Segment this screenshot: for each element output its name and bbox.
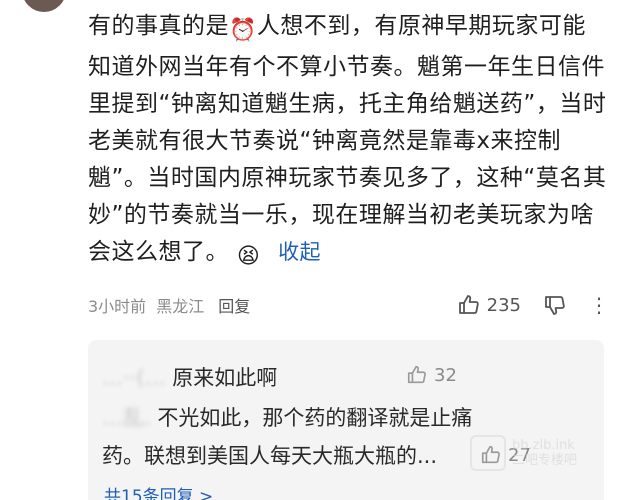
reply-1-text: 原来如此啊 — [172, 366, 278, 390]
like-button[interactable]: 235 — [457, 293, 521, 317]
comment-meta: 3小时前 黑龙江 回复 235 ⋮ — [88, 290, 609, 320]
reply-1-username: …··(… — [102, 366, 166, 390]
more-options-icon[interactable]: ⋮ — [589, 293, 609, 317]
avatar[interactable] — [20, 0, 68, 14]
reply-2-text-1: 不光如此，那个药的翻译就是止痛 — [157, 406, 473, 430]
grimace-emoji-icon: 😫 — [236, 244, 261, 269]
reply-preview-box[interactable]: …··(… 原来如此啊 32 …乱. 不光如此，那个药的翻译就是止痛 药。联想到… — [88, 340, 604, 500]
location: 黑龙江 — [156, 297, 205, 316]
reply-button[interactable]: 回复 — [218, 293, 250, 317]
reply-1-like[interactable]: 32 — [406, 364, 457, 386]
comment-text-part2: 人想不到，有原神早期玩家可能知道外网当年有个不算小节奏。魈第一年生日信件里提到“… — [88, 13, 607, 265]
reply-2-line-2: 药。联想到美国人每天大瓶大瓶的... — [102, 440, 437, 470]
watermark-text: bb.zlb.ink 二吧专楼吧 — [512, 438, 577, 468]
thumbs-down-icon[interactable] — [543, 293, 567, 317]
thumbs-up-icon — [458, 295, 479, 314]
comment-body: 有的事真的是⏰人想不到，有原神早期玩家可能知道外网当年有个不算小节奏。魈第一年生… — [88, 8, 608, 275]
like-count: 235 — [486, 294, 521, 316]
thumbs-up-icon — [407, 365, 426, 384]
reply-1-like-count: 32 — [434, 364, 457, 386]
reply-2-text-2: 药。联想到美国人每天大瓶大瓶的... — [102, 444, 438, 468]
watermark-line-1: bb.zlb.ink — [512, 438, 575, 453]
watermark-logo-icon — [470, 435, 506, 471]
timestamp: 3小时前 — [88, 297, 147, 316]
collapse-button[interactable]: 收起 — [278, 240, 321, 264]
comment-text-part1: 有的事真的是 — [88, 13, 229, 39]
view-more-replies-link[interactable]: 共15条回复 > — [104, 482, 213, 500]
reply-2-line-1: …乱. 不光如此，那个药的翻译就是止痛 — [102, 402, 472, 432]
alarm-clock-icon: ⏰ — [229, 18, 257, 43]
watermark: bb.zlb.ink 二吧专楼吧 — [470, 432, 600, 474]
reply-1: …··(… 原来如此啊 — [102, 362, 277, 392]
comment-actions: 235 ⋮ — [457, 293, 609, 317]
watermark-line-2: 二吧专楼吧 — [512, 453, 578, 468]
reply-2-username: …乱. — [102, 406, 151, 430]
comment-text: 有的事真的是⏰人想不到，有原神早期玩家可能知道外网当年有个不算小节奏。魈第一年生… — [88, 8, 608, 275]
